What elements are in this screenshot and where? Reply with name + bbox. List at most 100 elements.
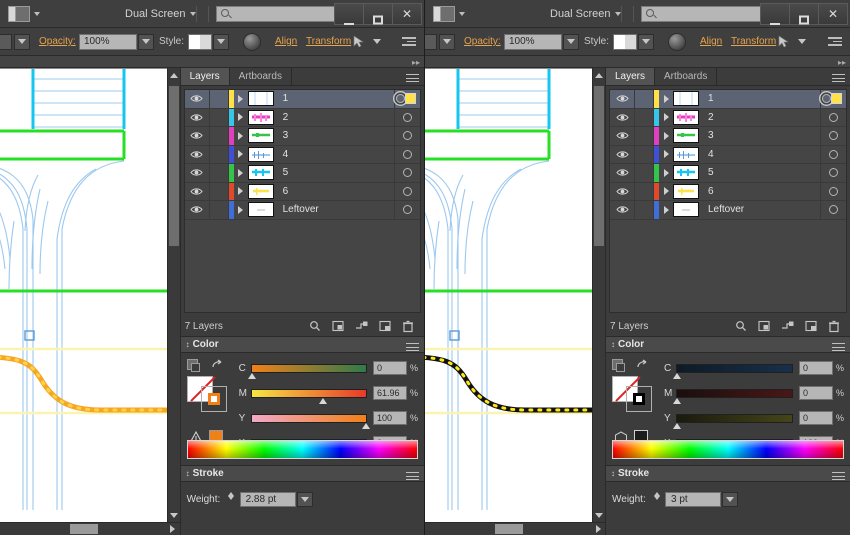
layer-target-indicator[interactable]: [394, 90, 420, 108]
scroll-right-button[interactable]: [593, 524, 603, 534]
layer-lock-toggle[interactable]: [208, 201, 229, 219]
layer-name[interactable]: Leftover: [274, 204, 394, 215]
locate-object-icon[interactable]: [309, 320, 321, 332]
slider-knob[interactable]: [673, 422, 681, 429]
vertical-scrollbar[interactable]: [166, 68, 180, 522]
stroke-panel-header[interactable]: ↕ Stroke: [180, 465, 424, 483]
layer-expand-icon[interactable]: [659, 168, 673, 177]
color-slider-y[interactable]: Y 100%: [239, 409, 418, 429]
table-row[interactable]: 4: [610, 145, 846, 164]
layer-visibility-toggle[interactable]: [610, 187, 634, 196]
layer-visibility-toggle[interactable]: [185, 205, 209, 214]
create-new-layer-icon[interactable]: [379, 320, 391, 332]
table-row[interactable]: 5: [610, 164, 846, 183]
canvas-area[interactable]: [0, 68, 180, 535]
opacity-input[interactable]: 100%: [79, 33, 137, 50]
layer-target-indicator[interactable]: [820, 108, 846, 126]
swap-fill-stroke-icon[interactable]: [186, 359, 200, 372]
slider-track[interactable]: [673, 413, 793, 429]
scrollbar-thumb[interactable]: [495, 524, 523, 534]
slider-knob[interactable]: [318, 397, 327, 404]
slider-knob[interactable]: [673, 372, 681, 379]
scrollbar-thumb[interactable]: [168, 86, 179, 246]
stroke-weight-input[interactable]: 2.88 pt: [239, 492, 296, 507]
make-clipping-mask-icon[interactable]: [332, 320, 344, 332]
layers-list[interactable]: 1 2 3 4 5 6 Leftover: [609, 89, 847, 313]
layer-target-indicator[interactable]: [820, 164, 846, 182]
table-row[interactable]: Leftover: [610, 201, 846, 220]
layers-panel-menu-icon[interactable]: [406, 72, 419, 85]
minimize-button[interactable]: [760, 2, 790, 25]
slider-knob[interactable]: [361, 422, 370, 429]
select-similar-icon[interactable]: [777, 34, 791, 49]
artboard[interactable]: [425, 68, 592, 522]
create-new-layer-icon[interactable]: [805, 320, 817, 332]
layer-visibility-toggle[interactable]: [610, 168, 634, 177]
layer-lock-toggle[interactable]: [208, 90, 229, 108]
color-slider-m[interactable]: M 61.96%: [239, 384, 418, 404]
default-fill-stroke-icon[interactable]: [211, 359, 223, 369]
minimize-button[interactable]: [334, 2, 364, 25]
stroke-weight-stepper[interactable]: [651, 492, 662, 507]
color-slider-c[interactable]: C 0%: [239, 359, 418, 379]
channel-value-input[interactable]: 100: [372, 411, 407, 425]
swap-fill-stroke-icon[interactable]: [612, 359, 625, 372]
layer-expand-icon[interactable]: [234, 94, 248, 103]
stroke-panel-menu-icon[interactable]: [406, 470, 419, 483]
layer-visibility-toggle[interactable]: [610, 94, 634, 103]
vertical-scrollbar[interactable]: [592, 68, 605, 522]
layer-name[interactable]: 5: [274, 167, 394, 178]
color-panel-menu-icon[interactable]: [406, 341, 419, 354]
locate-object-icon[interactable]: [735, 320, 747, 332]
layer-lock-toggle[interactable]: [634, 90, 654, 108]
layer-name[interactable]: 2: [699, 112, 820, 123]
layer-target-indicator[interactable]: [394, 145, 420, 163]
table-row[interactable]: 3: [610, 127, 846, 146]
slider-track[interactable]: [673, 388, 793, 404]
tab-artboards[interactable]: Artboards: [230, 68, 292, 85]
layer-expand-icon[interactable]: [659, 113, 673, 122]
slider-track[interactable]: [250, 413, 370, 429]
layer-visibility-toggle[interactable]: [185, 187, 209, 196]
stroke-swatch[interactable]: [200, 386, 227, 412]
document-setup-icon[interactable]: [243, 32, 261, 51]
layer-target-indicator[interactable]: [820, 90, 846, 108]
color-panel-header[interactable]: ↕ Color: [606, 336, 850, 353]
control-panel-menu-icon[interactable]: [828, 35, 842, 47]
style-dropdown[interactable]: [213, 33, 229, 50]
selection-dropdown[interactable]: [14, 33, 30, 50]
scroll-up-button[interactable]: [593, 68, 605, 82]
layer-name[interactable]: 3: [699, 130, 820, 141]
opacity-label[interactable]: Opacity:: [39, 36, 76, 47]
layer-lock-toggle[interactable]: [634, 201, 654, 219]
table-row[interactable]: 6: [610, 182, 846, 201]
layer-expand-icon[interactable]: [234, 150, 248, 159]
layer-lock-toggle[interactable]: [634, 108, 654, 126]
opacity-label[interactable]: Opacity:: [464, 36, 501, 47]
layer-target-indicator[interactable]: [394, 201, 420, 219]
layer-lock-toggle[interactable]: [208, 182, 229, 200]
layer-visibility-toggle[interactable]: [610, 150, 634, 159]
default-fill-stroke-icon[interactable]: [636, 359, 648, 369]
layer-expand-icon[interactable]: [659, 205, 673, 214]
control-panel-menu-icon[interactable]: [402, 35, 416, 47]
delete-layer-icon[interactable]: [828, 320, 840, 333]
make-clipping-mask-icon[interactable]: [758, 320, 770, 332]
table-row[interactable]: 2: [184, 108, 420, 127]
layer-target-indicator[interactable]: [394, 182, 420, 200]
channel-value-input[interactable]: 0: [798, 386, 833, 400]
layer-visibility-toggle[interactable]: [185, 113, 209, 122]
create-new-sublayer-icon[interactable]: [781, 320, 794, 332]
opacity-dropdown[interactable]: [563, 33, 579, 50]
layer-lock-toggle[interactable]: [634, 182, 654, 200]
layer-lock-toggle[interactable]: [634, 127, 654, 145]
layer-name[interactable]: 4: [699, 149, 820, 160]
layer-target-indicator[interactable]: [820, 201, 846, 219]
layer-expand-icon[interactable]: [659, 150, 673, 159]
layer-expand-icon[interactable]: [234, 131, 248, 140]
layer-target-indicator[interactable]: [394, 127, 420, 145]
close-button[interactable]: ✕: [392, 2, 422, 25]
search-input[interactable]: [641, 5, 761, 22]
layer-lock-toggle[interactable]: [634, 164, 654, 182]
layer-name[interactable]: 3: [274, 130, 394, 141]
